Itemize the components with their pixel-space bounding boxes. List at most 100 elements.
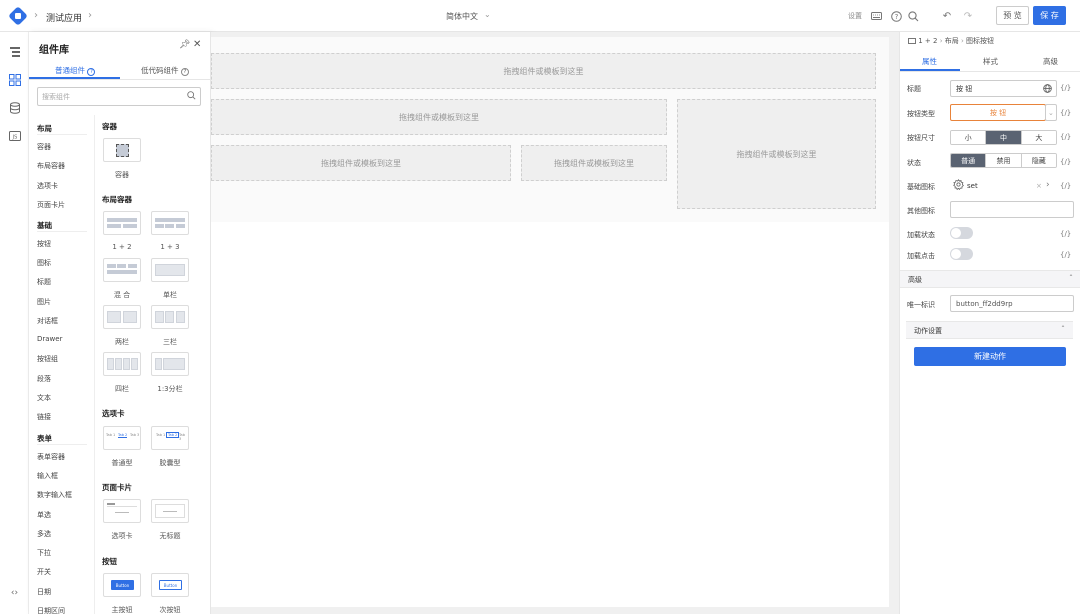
- category-item[interactable]: 日期: [37, 587, 51, 597]
- help-icon[interactable]: ?: [180, 68, 189, 76]
- tab-basic-components[interactable]: 普通组件 ?: [55, 65, 96, 76]
- component-thumb-layout-three[interactable]: [151, 305, 189, 329]
- size-option-small[interactable]: 小: [951, 131, 987, 144]
- drop-zone[interactable]: 拖拽组件或模板到这里: [211, 145, 511, 181]
- pin-icon[interactable]: 📌︎: [179, 40, 190, 50]
- layout-1-2-block[interactable]: 拖拽组件或模板到这里 拖拽组件或模板到这里 拖拽组件或模板到这里 拖拽组件或模板…: [211, 37, 889, 222]
- tab-properties[interactable]: 属性: [922, 56, 937, 67]
- globe-icon[interactable]: [1043, 84, 1052, 95]
- component-thumb-layout-single[interactable]: [151, 258, 189, 282]
- chevron-right-icon[interactable]: ›: [1046, 180, 1050, 190]
- category-item[interactable]: 单选: [37, 510, 51, 520]
- category-item[interactable]: 标题: [37, 277, 51, 287]
- bind-variable-button[interactable]: {/}: [1060, 182, 1071, 190]
- tab-advanced[interactable]: 高级: [1043, 56, 1058, 67]
- size-option-large[interactable]: 大: [1021, 131, 1056, 144]
- category-item[interactable]: 按钮组: [37, 354, 58, 364]
- save-button[interactable]: 保 存: [1033, 6, 1066, 25]
- bind-variable-button[interactable]: {/}: [1060, 251, 1071, 259]
- category-heading-form[interactable]: 表单: [37, 433, 87, 445]
- category-item[interactable]: 段落: [37, 374, 51, 384]
- category-item[interactable]: 多选: [37, 529, 51, 539]
- component-thumb-layout-two[interactable]: [103, 305, 141, 329]
- loading-state-toggle[interactable]: [950, 227, 973, 239]
- category-item[interactable]: 页面卡片: [37, 200, 65, 210]
- component-thumb-primary-button[interactable]: Button: [103, 573, 141, 597]
- category-item[interactable]: 开关: [37, 567, 51, 577]
- keyboard-icon[interactable]: [869, 9, 883, 23]
- category-item[interactable]: 表单容器: [37, 452, 65, 462]
- clear-icon[interactable]: ×: [1036, 182, 1042, 190]
- state-option-hidden[interactable]: 隐藏: [1021, 154, 1056, 167]
- category-item[interactable]: 链接: [37, 412, 51, 422]
- state-option-disabled[interactable]: 禁用: [986, 154, 1022, 167]
- component-thumb-tabs-capsule[interactable]: Tab 1 Tab 2 Tab 3: [151, 426, 189, 450]
- category-item[interactable]: 容器: [37, 142, 51, 152]
- breadcrumb-item[interactable]: 图标按钮: [966, 37, 994, 45]
- category-item[interactable]: 图标: [37, 258, 51, 268]
- drop-zone[interactable]: 拖拽组件或模板到这里: [211, 53, 876, 89]
- bind-variable-button[interactable]: {/}: [1060, 133, 1071, 141]
- category-item[interactable]: 按钮: [37, 239, 51, 249]
- bind-variable-button[interactable]: {/}: [1060, 230, 1071, 238]
- preview-button[interactable]: 预 览: [996, 6, 1029, 25]
- js-code-icon[interactable]: JS: [8, 129, 21, 142]
- settings-link[interactable]: 设置: [848, 11, 862, 21]
- component-thumb-secondary-button[interactable]: Button: [151, 573, 189, 597]
- component-thumb-layout-1-3[interactable]: [151, 211, 189, 235]
- loading-click-toggle[interactable]: [950, 248, 973, 260]
- close-icon[interactable]: ✕: [193, 39, 201, 50]
- category-item[interactable]: 数字输入框: [37, 490, 72, 500]
- state-option-normal[interactable]: 普通: [951, 154, 987, 167]
- category-item[interactable]: 日期区间: [37, 606, 65, 614]
- search-icon[interactable]: [906, 9, 920, 23]
- action-settings-header[interactable]: 动作设置 ˆ: [906, 321, 1073, 339]
- chevron-down-icon[interactable]: ⌄: [484, 10, 491, 19]
- component-thumb-layout-1-2[interactable]: [103, 211, 141, 235]
- component-thumb-layout-mixed[interactable]: [103, 258, 141, 282]
- category-item[interactable]: 选项卡: [37, 181, 58, 191]
- unique-id-input[interactable]: button_ff2dd9rp: [950, 295, 1074, 312]
- breadcrumb-item[interactable]: 1 + 2: [918, 37, 937, 45]
- component-thumb-layout-four[interactable]: [103, 352, 141, 376]
- page-canvas[interactable]: 拖拽组件或模板到这里 拖拽组件或模板到这里 拖拽组件或模板到这里 拖拽组件或模板…: [211, 37, 889, 607]
- help-icon[interactable]: ?: [87, 68, 96, 76]
- redo-icon[interactable]: ↷: [961, 9, 975, 23]
- component-thumb-card-tabs[interactable]: [103, 499, 141, 523]
- chevron-down-icon[interactable]: ⌄: [1045, 104, 1057, 121]
- category-heading-basic[interactable]: 基础: [37, 220, 87, 232]
- title-input[interactable]: 按 钮: [950, 80, 1057, 97]
- button-type-select[interactable]: 按 钮: [950, 104, 1046, 121]
- bind-variable-button[interactable]: {/}: [1060, 158, 1071, 166]
- component-thumb-tabs-normal[interactable]: Tab 1 Tab 2 Tab 3: [103, 426, 141, 450]
- bind-variable-button[interactable]: {/}: [1060, 109, 1071, 117]
- outline-tree-icon[interactable]: [8, 45, 21, 58]
- component-thumb-layout-1-3-split[interactable]: [151, 352, 189, 376]
- drop-zone[interactable]: 拖拽组件或模板到这里: [211, 99, 667, 135]
- category-item[interactable]: 下拉: [37, 548, 51, 558]
- component-thumb-container[interactable]: [103, 138, 141, 162]
- app-name[interactable]: 测试应用: [46, 11, 82, 24]
- category-item[interactable]: 对话框: [37, 316, 58, 326]
- component-thumb-card-untitled[interactable]: [151, 499, 189, 523]
- drop-zone[interactable]: 拖拽组件或模板到这里: [521, 145, 667, 181]
- category-item[interactable]: 文本: [37, 393, 51, 403]
- chevron-up-icon[interactable]: ˆ: [1061, 325, 1065, 334]
- search-icon[interactable]: [187, 91, 196, 103]
- category-item[interactable]: 输入框: [37, 471, 58, 481]
- chevron-up-icon[interactable]: ˆ: [1069, 274, 1073, 283]
- size-option-medium[interactable]: 中: [986, 131, 1022, 144]
- bind-variable-button[interactable]: {/}: [1060, 84, 1071, 92]
- category-item[interactable]: 布局容器: [37, 161, 65, 171]
- code-brackets-icon[interactable]: ‹›: [8, 586, 21, 599]
- advanced-section-header[interactable]: 高级 ˆ: [900, 270, 1080, 288]
- help-icon[interactable]: ?: [889, 9, 903, 23]
- app-logo-icon[interactable]: [9, 7, 27, 25]
- tab-style[interactable]: 样式: [983, 56, 998, 67]
- base-icon-value[interactable]: set: [967, 182, 978, 190]
- undo-icon[interactable]: ↶: [940, 9, 954, 23]
- drop-zone[interactable]: 拖拽组件或模板到这里: [677, 99, 876, 209]
- breadcrumb-item[interactable]: 布局: [945, 37, 959, 45]
- component-search-input[interactable]: [38, 88, 178, 105]
- category-heading-layout[interactable]: 布局: [37, 123, 87, 135]
